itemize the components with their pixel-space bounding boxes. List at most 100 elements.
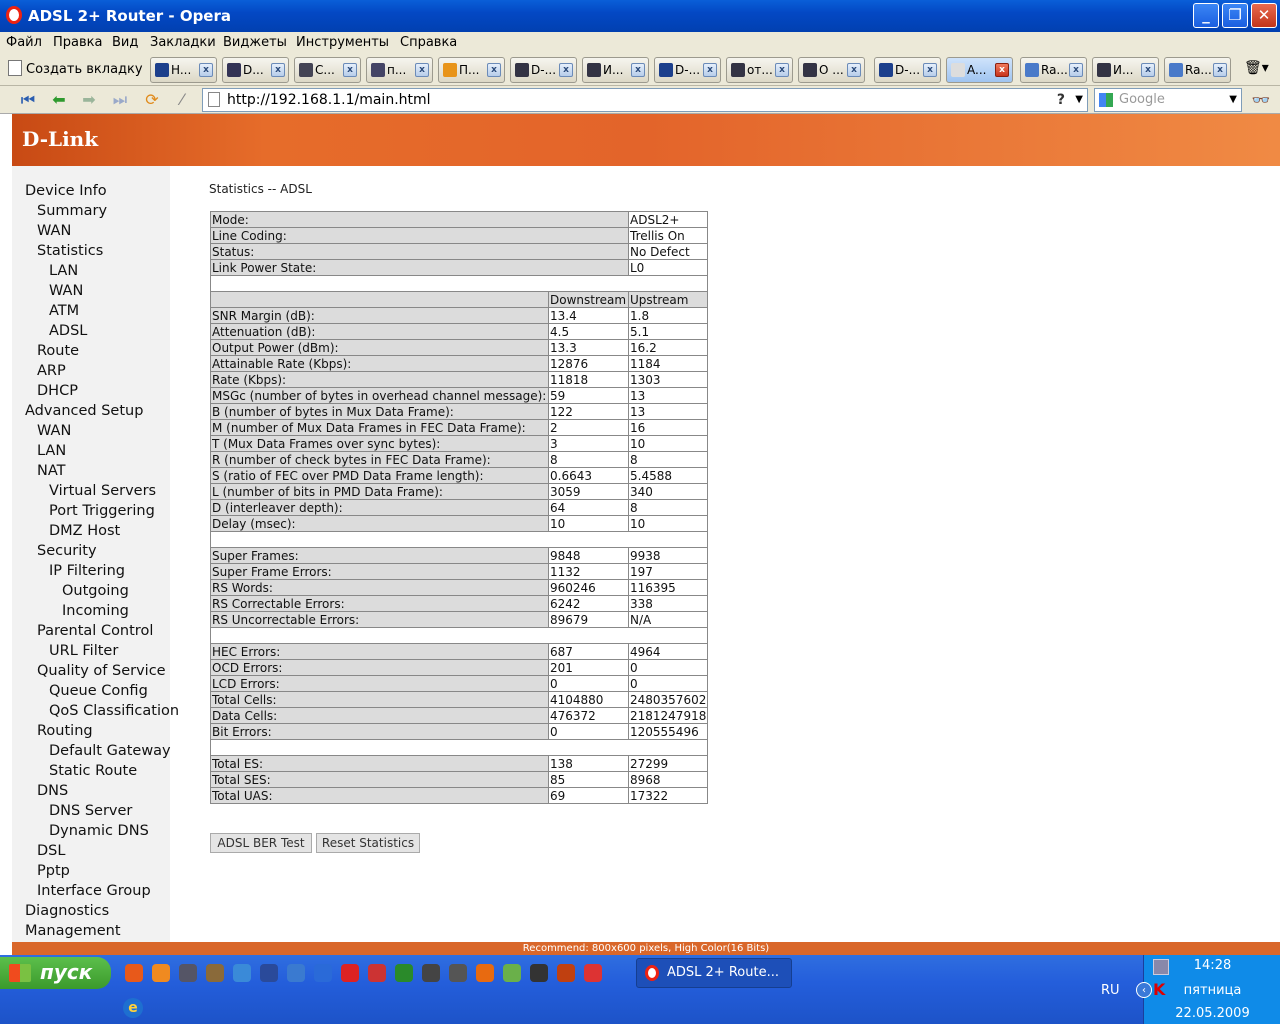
taskbar-item-opera[interactable]: ADSL 2+ Route... — [636, 958, 792, 988]
fast-forward-icon[interactable]: ⏭ — [110, 90, 130, 110]
clock-time[interactable]: 14:28 — [1144, 958, 1280, 973]
sidebar-item-atm[interactable]: ATM — [49, 303, 79, 319]
quick-launch-app2-icon[interactable] — [449, 964, 467, 982]
sidebar-item-wan[interactable]: WAN — [37, 223, 71, 239]
trash-icon[interactable]: 🗑▾ — [1244, 60, 1269, 76]
menu-view[interactable]: Вид — [112, 35, 138, 50]
sidebar-item-virtual-servers[interactable]: Virtual Servers — [49, 483, 156, 499]
quick-launch-media-player-icon[interactable] — [314, 964, 332, 982]
tab-15[interactable]: Ra... x — [1164, 57, 1231, 83]
menu-help[interactable]: Справка — [400, 35, 457, 50]
tab-close-icon[interactable]: x — [995, 63, 1009, 77]
quick-launch-opera-mail-icon[interactable] — [368, 964, 386, 982]
adsl-ber-test-button[interactable]: ADSL BER Test — [210, 833, 312, 853]
quick-launch-monitor-icon[interactable] — [179, 964, 197, 982]
tab-close-icon[interactable]: x — [703, 63, 717, 77]
tab-4[interactable]: п... x — [366, 57, 433, 83]
tab-close-icon[interactable]: x — [271, 63, 285, 77]
sidebar-item-dsl[interactable]: DSL — [37, 843, 65, 859]
sidebar-item-summary[interactable]: Summary — [37, 203, 107, 219]
sidebar-item-port-triggering[interactable]: Port Triggering — [49, 503, 155, 519]
sidebar-item-ip-filtering[interactable]: IP Filtering — [49, 563, 125, 579]
tab-11[interactable]: D-... x — [874, 57, 941, 83]
sidebar-item-nat[interactable]: NAT — [37, 463, 66, 479]
tab-close-icon[interactable]: x — [199, 63, 213, 77]
sidebar-item-wan[interactable]: WAN — [37, 423, 71, 439]
tab-3[interactable]: C... x — [294, 57, 361, 83]
minimize-button[interactable]: _ — [1193, 3, 1219, 28]
search-dropdown-icon[interactable]: ▼ — [1229, 89, 1237, 111]
tab-2[interactable]: D... x — [222, 57, 289, 83]
menu-tools[interactable]: Инструменты — [296, 35, 389, 50]
quick-launch-opera-icon[interactable] — [341, 964, 359, 982]
quick-launch-settings-icon[interactable] — [395, 964, 413, 982]
new-tab-button[interactable]: Создать вкладку — [8, 60, 143, 77]
help-icon[interactable]: ? — [1057, 89, 1065, 111]
menu-edit[interactable]: Правка — [53, 35, 102, 50]
quick-launch-flower2-icon[interactable] — [503, 964, 521, 982]
sidebar-item-device-info[interactable]: Device Info — [25, 183, 107, 199]
window-title-bar[interactable]: ADSL 2+ Router - Opera _ ❐ ✕ — [0, 0, 1280, 32]
quick-launch-network-icon[interactable] — [287, 964, 305, 982]
reload-icon[interactable]: ⟳ — [142, 90, 162, 110]
tab-8[interactable]: D-... x — [654, 57, 721, 83]
edit-icon[interactable]: ⁄ — [172, 90, 192, 110]
sidebar-item-arp[interactable]: ARP — [37, 363, 66, 379]
reset-statistics-button[interactable]: Reset Statistics — [316, 833, 420, 853]
sidebar-item-dynamic-dns[interactable]: Dynamic DNS — [49, 823, 149, 839]
sidebar-item-dhcp[interactable]: DHCP — [37, 383, 78, 399]
quick-launch-app-icon[interactable] — [422, 964, 440, 982]
tab-close-icon[interactable]: x — [415, 63, 429, 77]
sidebar-item-quality-of-service[interactable]: Quality of Service — [37, 663, 166, 679]
sidebar-item-routing[interactable]: Routing — [37, 723, 93, 739]
sidebar-item-queue-config[interactable]: Queue Config — [49, 683, 148, 699]
close-button[interactable]: ✕ — [1251, 3, 1277, 28]
tab-9[interactable]: от... x — [726, 57, 793, 83]
quick-launch-media-tool-icon[interactable] — [530, 964, 548, 982]
sidebar-item-lan[interactable]: LAN — [49, 263, 78, 279]
sidebar-item-route[interactable]: Route — [37, 343, 79, 359]
tab-6[interactable]: D-... x — [510, 57, 577, 83]
quick-launch-flower-icon[interactable] — [152, 964, 170, 982]
tab-close-icon[interactable]: x — [775, 63, 789, 77]
tab-close-icon[interactable]: x — [631, 63, 645, 77]
sidebar-item-wan[interactable]: WAN — [49, 283, 83, 299]
tab-close-icon[interactable]: x — [559, 63, 573, 77]
sidebar-item-lan[interactable]: LAN — [37, 443, 66, 459]
quick-launch-ie-tool-icon[interactable] — [233, 964, 251, 982]
sidebar-item-statistics[interactable]: Statistics — [37, 243, 103, 259]
sidebar-item-dns-server[interactable]: DNS Server — [49, 803, 132, 819]
sidebar-item-outgoing[interactable]: Outgoing — [62, 583, 129, 599]
tab-close-icon[interactable]: x — [1141, 63, 1155, 77]
tab-14[interactable]: И... x — [1092, 57, 1159, 83]
quick-launch-floppy-icon[interactable] — [260, 964, 278, 982]
rewind-icon[interactable]: ⏮ — [18, 90, 38, 110]
tab-close-icon[interactable]: x — [487, 63, 501, 77]
quick-launch-firefox-icon[interactable] — [125, 964, 143, 982]
tab-close-icon[interactable]: x — [1069, 63, 1083, 77]
menu-widgets[interactable]: Виджеты — [223, 35, 287, 50]
tab-7[interactable]: И... x — [582, 57, 649, 83]
maximize-button[interactable]: ❐ — [1222, 3, 1248, 28]
sidebar-item-dmz-host[interactable]: DMZ Host — [49, 523, 120, 539]
internet-explorer-icon[interactable]: e — [123, 998, 143, 1018]
sidebar-item-interface-group[interactable]: Interface Group — [37, 883, 151, 899]
tab-close-icon[interactable]: x — [343, 63, 357, 77]
search-field[interactable]: Google ▼ — [1094, 88, 1242, 112]
quick-launch-firefox2-icon[interactable] — [476, 964, 494, 982]
zoom-glasses-icon[interactable]: 👓 — [1251, 90, 1271, 110]
tab-13[interactable]: Ra... x — [1020, 57, 1087, 83]
back-icon[interactable]: ⬅ — [49, 90, 69, 110]
sidebar-item-default-gateway[interactable]: Default Gateway — [49, 743, 171, 759]
tab-5[interactable]: П... x — [438, 57, 505, 83]
sidebar-item-pptp[interactable]: Pptp — [37, 863, 70, 879]
chevron-down-icon[interactable]: ▼ — [1075, 89, 1083, 111]
menu-file[interactable]: Файл — [6, 35, 42, 50]
sidebar-item-url-filter[interactable]: URL Filter — [49, 643, 118, 659]
sidebar-item-advanced-setup[interactable]: Advanced Setup — [25, 403, 143, 419]
tab-12[interactable]: A... x — [946, 57, 1013, 83]
sidebar-item-dns[interactable]: DNS — [37, 783, 68, 799]
sidebar-item-adsl[interactable]: ADSL — [49, 323, 87, 339]
sidebar-item-diagnostics[interactable]: Diagnostics — [25, 903, 109, 919]
sidebar-item-parental-control[interactable]: Parental Control — [37, 623, 153, 639]
